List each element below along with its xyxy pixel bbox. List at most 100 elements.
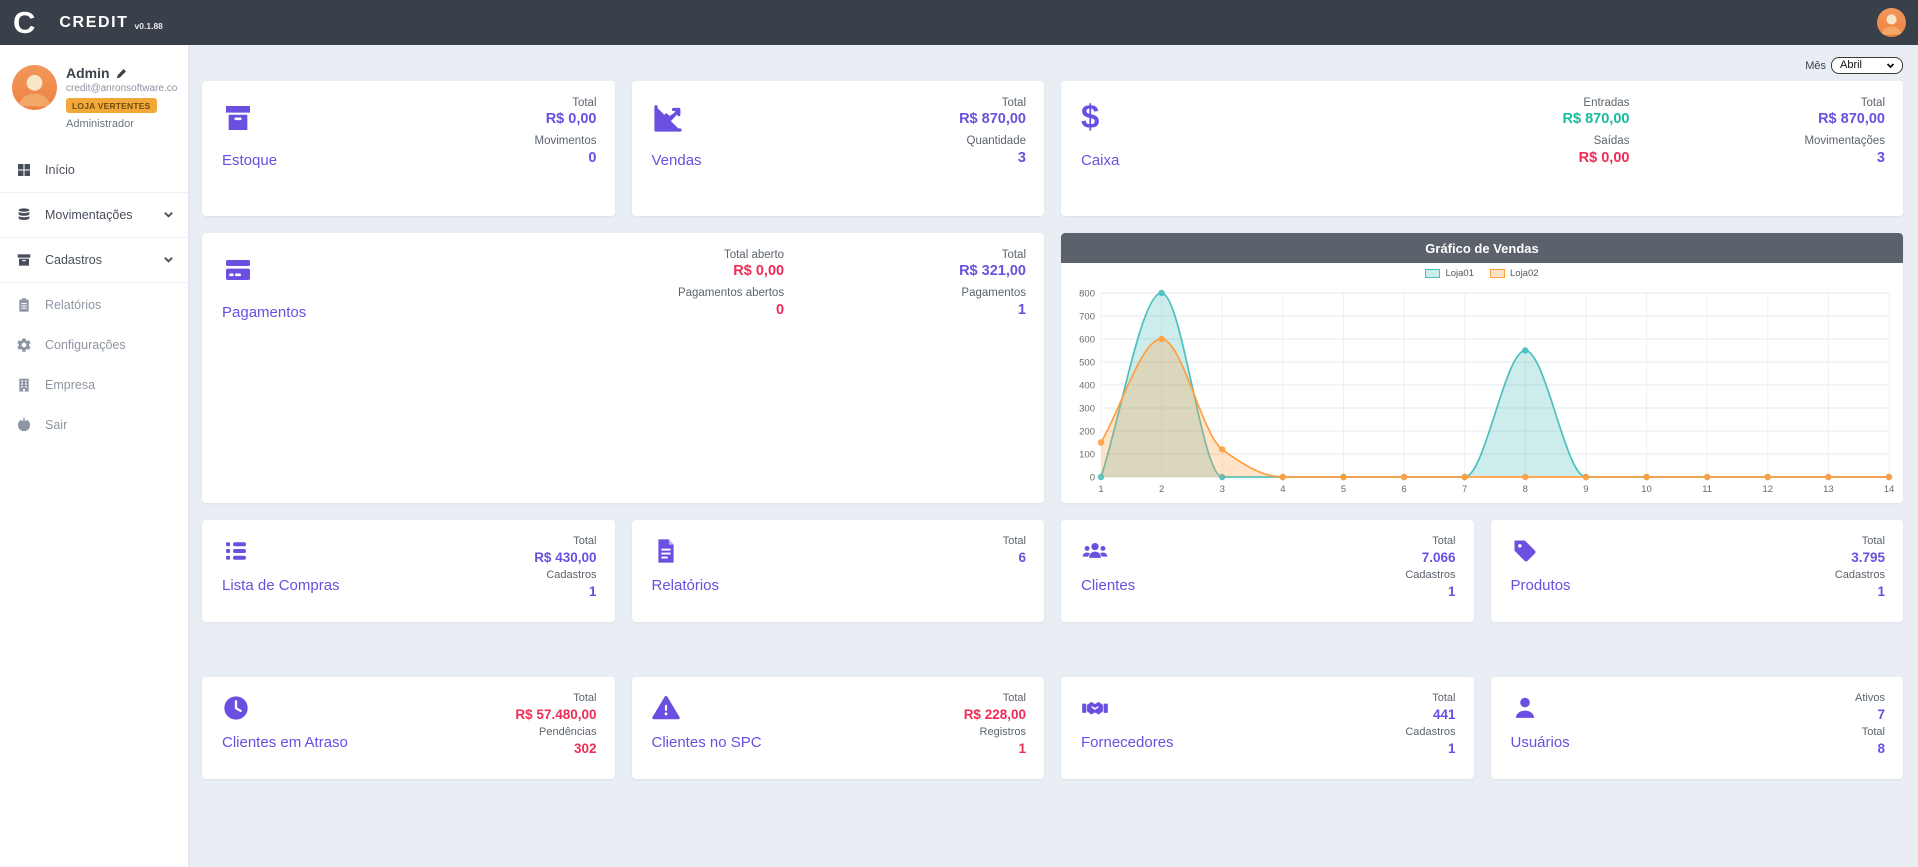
- card-title: Vendas: [652, 152, 702, 169]
- sidebar-item-label: Cadastros: [45, 253, 102, 267]
- person-icon: [1877, 8, 1906, 37]
- stat-label: Pagamentos: [961, 286, 1026, 300]
- sidebar-item-sair[interactable]: Sair: [0, 405, 188, 445]
- grid-icon: [16, 162, 32, 178]
- dashboard-grid: Estoque Total R$ 0,00 Movimentos 0 Venda…: [202, 81, 1903, 780]
- card-title: Caixa: [1081, 152, 1119, 169]
- stat-value: 1: [1448, 583, 1456, 601]
- sidebar-item-label: Configurações: [45, 338, 126, 352]
- stat-value: 1: [589, 583, 597, 601]
- stat-value: R$ 0,00: [1579, 149, 1630, 168]
- card-title: Relatórios: [652, 577, 720, 594]
- svg-text:2: 2: [1159, 484, 1164, 495]
- month-select[interactable]: Abril: [1831, 57, 1903, 74]
- gear-icon: [16, 337, 32, 353]
- stat-label: Total aberto: [724, 248, 784, 262]
- clipboard-icon: [16, 297, 32, 313]
- box-icon: [222, 102, 254, 134]
- stat-label: Quantidade: [967, 134, 1026, 148]
- stat-value: 8: [1877, 740, 1885, 758]
- stat-label: Total: [572, 96, 596, 110]
- database-icon: [16, 207, 32, 223]
- stat-label: Saídas: [1594, 134, 1630, 148]
- svg-text:1: 1: [1098, 484, 1103, 495]
- chart-line-icon: [652, 102, 684, 134]
- stat-label: Total: [1862, 535, 1885, 549]
- sidebar-item-empresa[interactable]: Empresa: [0, 365, 188, 405]
- power-icon: [16, 417, 32, 433]
- card-produtos[interactable]: Produtos Total 3.795 Cadastros 1: [1491, 520, 1904, 622]
- legend-label: Loja01: [1445, 268, 1474, 279]
- stat-label: Movimentações: [1804, 134, 1885, 148]
- stat-value: 0: [776, 301, 784, 320]
- stat-label: Cadastros: [1405, 569, 1455, 583]
- stat-label: Movimentos: [535, 134, 597, 148]
- svg-text:4: 4: [1280, 484, 1285, 495]
- stat-label: Total: [573, 535, 596, 549]
- svg-text:800: 800: [1079, 289, 1095, 300]
- user-role: Administrador: [66, 118, 178, 130]
- stat-label: Total: [1432, 535, 1455, 549]
- sidebar-item-label: Início: [45, 163, 75, 177]
- dollar-icon: $: [1081, 100, 1099, 134]
- tag-icon: [1511, 537, 1539, 565]
- stat-value: 1: [1877, 583, 1885, 601]
- chevron-down-icon: [1886, 61, 1895, 70]
- card-lista-de-compras[interactable]: Lista de Compras Total R$ 430,00 Cadastr…: [202, 520, 615, 622]
- stat-label: Total: [1002, 248, 1026, 262]
- chart-title: Gráfico de Vendas: [1061, 233, 1903, 263]
- stat-label: Registros: [980, 726, 1026, 740]
- handshake-icon: [1081, 694, 1109, 722]
- card-vendas[interactable]: Vendas Total R$ 870,00 Quantidade 3: [632, 81, 1045, 216]
- card-title: Estoque: [222, 152, 277, 169]
- sidebar-item-movimentacoes[interactable]: Movimentações: [0, 195, 188, 235]
- sidebar-nav: Início Movimentações Cadastros: [0, 150, 188, 445]
- stat-value: 302: [574, 740, 597, 758]
- card-title: Clientes no SPC: [652, 734, 762, 751]
- sidebar-item-label: Sair: [45, 418, 67, 432]
- svg-text:14: 14: [1884, 484, 1895, 495]
- archive-icon: [16, 252, 32, 268]
- stat-value: 441: [1433, 706, 1456, 724]
- stat-value: 7: [1877, 706, 1885, 724]
- card-title: Usuários: [1511, 734, 1570, 751]
- stat-value: R$ 870,00: [1563, 110, 1630, 129]
- sales-chart-card: Gráfico de Vendas Loja01 Loja02 01002003…: [1061, 233, 1903, 503]
- legend-item-loja01[interactable]: Loja01: [1425, 268, 1474, 279]
- legend-item-loja02[interactable]: Loja02: [1490, 268, 1539, 279]
- card-fornecedores[interactable]: Fornecedores Total 441 Cadastros 1: [1061, 677, 1474, 779]
- divider: [0, 192, 188, 193]
- svg-text:12: 12: [1762, 484, 1773, 495]
- stat-value: R$ 228,00: [964, 706, 1026, 724]
- building-icon: [16, 377, 32, 393]
- user-name: Admin: [66, 65, 178, 81]
- stat-label: Cadastros: [1405, 726, 1455, 740]
- sidebar-item-cadastros[interactable]: Cadastros: [0, 240, 188, 280]
- sales-chart: Loja01 Loja02 01002003004005006007008001…: [1061, 263, 1903, 503]
- card-clientes[interactable]: Clientes Total 7.066 Cadastros 1: [1061, 520, 1474, 622]
- sidebar-item-configuracoes[interactable]: Configurações: [0, 325, 188, 365]
- card-relatorios[interactable]: Relatórios Total 6: [632, 520, 1045, 622]
- sidebar-item-relatorios[interactable]: Relatórios: [0, 285, 188, 325]
- svg-text:7: 7: [1462, 484, 1467, 495]
- stat-value: 3: [1018, 149, 1026, 168]
- card-estoque[interactable]: Estoque Total R$ 0,00 Movimentos 0: [202, 81, 615, 216]
- card-clientes-em-atraso[interactable]: Clientes em Atraso Total R$ 57.480,00 Pe…: [202, 677, 615, 779]
- user-icon: [1511, 694, 1539, 722]
- edit-pencil-icon[interactable]: [116, 68, 127, 79]
- card-pagamentos[interactable]: Pagamentos Total aberto R$ 0,00 Pagament…: [202, 233, 1044, 503]
- sidebar-item-inicio[interactable]: Início: [0, 150, 188, 190]
- divider: [0, 282, 188, 283]
- clock-icon: [222, 694, 250, 722]
- profile-avatar[interactable]: [1877, 8, 1906, 37]
- card-clientes-no-spc[interactable]: Clientes no SPC Total R$ 228,00 Registro…: [632, 677, 1045, 779]
- card-caixa[interactable]: $ Caixa Entradas R$ 870,00 Saídas R$ 0,0…: [1061, 81, 1903, 216]
- stat-value: 3: [1877, 149, 1885, 168]
- svg-text:400: 400: [1079, 381, 1095, 392]
- user-avatar[interactable]: [12, 65, 57, 110]
- sidebar-item-label: Empresa: [45, 378, 95, 392]
- stat-value: 0: [588, 149, 596, 168]
- person-icon: [12, 65, 57, 110]
- card-usuarios[interactable]: Usuários Ativos 7 Total 8: [1491, 677, 1904, 779]
- top-bar: C CREDIT v0.1.88: [0, 0, 1918, 45]
